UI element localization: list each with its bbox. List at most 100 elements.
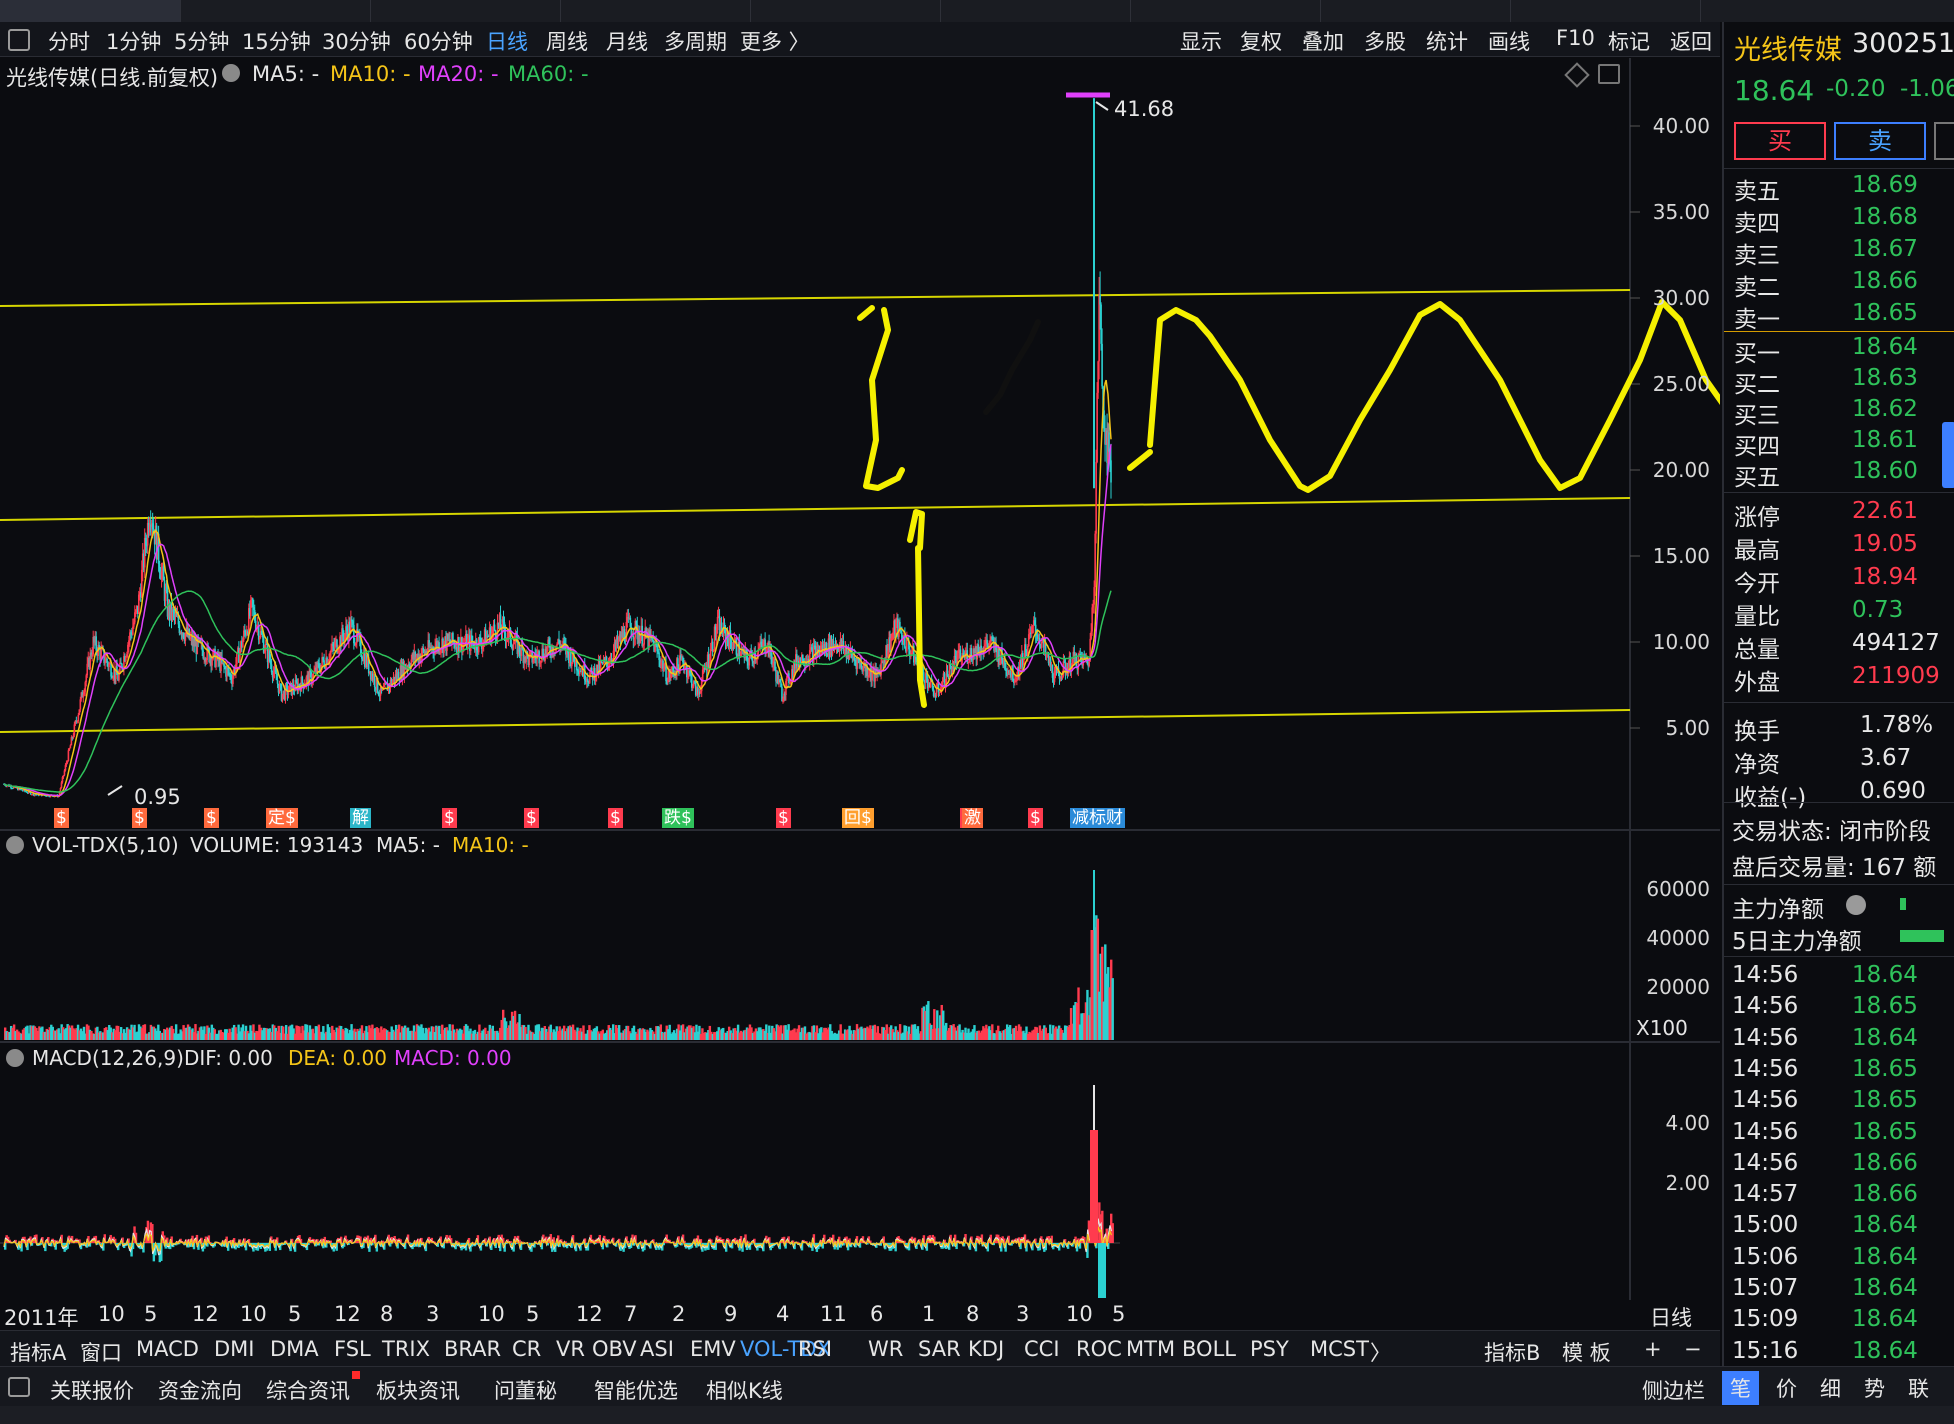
quote-detail-tab[interactable]: 笔 [1722,1371,1759,1405]
event-marker[interactable]: $ [54,808,69,828]
more-button[interactable] [1934,122,1954,160]
tick-time: 15:00 [1732,1212,1799,1239]
volume-indicator-name: VOL-TDX(5,10) [32,833,179,857]
candle-body [935,688,938,696]
moving-average-line [3,379,1112,797]
indicator-tab[interactable]: BOLL [1182,1337,1236,1361]
candle-body [1095,462,1097,534]
indicator-tool-button[interactable]: + [1644,1337,1662,1361]
bid-price[interactable]: 18.63 [1852,365,1918,391]
event-marker[interactable]: $ [608,808,623,828]
bottom-tab[interactable]: 综合资讯 [266,1375,350,1405]
ask-price[interactable]: 18.65 [1852,300,1918,326]
tick-time: 15:07 [1732,1275,1799,1301]
tick-time: 14:56 [1732,993,1799,1020]
event-marker[interactable]: 激 [962,808,983,828]
indicator-tab[interactable]: KDJ [968,1337,1004,1361]
tick-time: 14:56 [1732,1087,1799,1114]
indicator-tab[interactable]: 〉 [1370,1337,1391,1367]
annotation-wave-line [1127,449,1153,471]
stat-value: 18.94 [1852,564,1918,590]
indicator-tab[interactable]: VR [556,1337,585,1361]
indicator-tab[interactable]: ROC [1076,1337,1122,1361]
macd-dif: DIF: 0.00 [184,1046,273,1070]
chevron-down-icon[interactable] [6,1049,24,1067]
panel-toggle-icon[interactable] [8,1377,30,1397]
bottom-tab[interactable]: 智能优选 [594,1375,678,1405]
ask-label: 卖五 [1734,179,1780,205]
event-marker[interactable]: 跌$ [662,808,694,828]
bid-price[interactable]: 18.60 [1852,458,1918,484]
indicator-tool-button[interactable]: 指标B [1484,1337,1540,1367]
indicator-tab[interactable]: TRIX [382,1337,430,1361]
candle-body [264,644,267,651]
date-tick-label: 8 [966,1302,980,1326]
ask-price[interactable]: 18.67 [1852,236,1918,262]
bid-price[interactable]: 18.61 [1852,427,1918,453]
kline-chart[interactable] [0,0,1720,1300]
candle-body [1101,343,1103,387]
event-marker[interactable]: 减标财 [1070,808,1125,828]
tick-price: 18.64 [1852,1024,1918,1051]
indicator-tab[interactable]: BRAR [444,1337,501,1361]
candle-body [69,745,72,749]
candle-body [871,671,873,681]
indicator-tab[interactable]: CR [512,1337,541,1361]
event-marker[interactable]: $ [132,808,147,828]
bid-price[interactable]: 18.64 [1852,334,1918,360]
indicator-tab[interactable]: MACD [136,1337,199,1361]
indicator-tab[interactable]: SAR [918,1337,961,1361]
bid-label: 买二 [1734,372,1780,398]
bottom-tab[interactable]: 板块资讯 [376,1375,460,1405]
event-marker[interactable]: 回$ [842,808,874,828]
sidebar-button[interactable]: 侧边栏 [1642,1375,1705,1405]
indicator-tool-button[interactable]: 模 板 [1562,1337,1611,1367]
event-marker[interactable]: $ [776,808,791,828]
quote-detail-tab[interactable]: 价 [1768,1371,1805,1405]
indicator-tool-button[interactable]: − [1684,1337,1702,1361]
event-marker[interactable]: $ [1028,808,1043,828]
indicator-tab[interactable]: 窗口 [80,1337,122,1367]
tick-time: 14:56 [1732,1149,1799,1176]
quote-detail-tab[interactable]: 细 [1812,1371,1849,1405]
quote-detail-tab[interactable]: 势 [1856,1371,1893,1405]
date-tick-label: 5 [1112,1302,1126,1326]
bottom-tab[interactable]: 问董秘 [494,1375,557,1405]
date-axis: 2011年 10 5 12 10 5 12 8 3 10 5 12 7 2 9 4 11 6 1 8 3 10 5 日线 [0,1300,1720,1330]
indicator-tab[interactable]: DMA [270,1337,319,1361]
event-marker[interactable]: $ [442,808,457,828]
indicator-tab[interactable]: ASI [640,1337,674,1361]
indicator-tab[interactable]: CCI [1024,1337,1060,1361]
date-tick-label: 12 [334,1302,361,1326]
ask-price[interactable]: 18.68 [1852,204,1918,230]
indicator-tab[interactable]: MCST [1310,1337,1369,1361]
bottom-tab[interactable]: 资金流向 [158,1375,242,1405]
date-tick-label: 9 [724,1302,738,1326]
quote-detail-tab[interactable]: 联 [1900,1371,1937,1405]
indicator-tab[interactable]: 指标A [10,1337,66,1367]
info-icon[interactable] [1846,895,1866,915]
scroll-handle[interactable] [1942,422,1954,488]
chevron-down-icon[interactable] [6,836,24,854]
indicator-tab[interactable]: EMV [690,1337,736,1361]
event-marker[interactable]: 定$ [266,808,298,828]
indicator-tab[interactable]: RSI [798,1337,832,1361]
window-tab[interactable] [1700,0,1954,22]
indicator-tab[interactable]: DMI [214,1337,254,1361]
indicator-tab[interactable]: OBV [592,1337,637,1361]
indicator-tab[interactable]: PSY [1250,1337,1289,1361]
sell-button[interactable]: 卖 [1834,122,1926,160]
buy-button[interactable]: 买 [1734,122,1826,160]
bottom-tab[interactable]: 关联报价 [50,1375,134,1405]
bid-price[interactable]: 18.62 [1852,396,1918,422]
ask-price[interactable]: 18.66 [1852,268,1918,294]
candle-body [1110,460,1112,483]
indicator-tab[interactable]: WR [868,1337,903,1361]
bottom-tab[interactable]: 相似K线 [706,1375,783,1405]
ask-price[interactable]: 18.69 [1852,172,1918,198]
indicator-tab[interactable]: MTM [1126,1337,1175,1361]
event-marker[interactable]: $ [204,808,219,828]
event-marker[interactable]: $ [524,808,539,828]
event-marker[interactable]: 解 [350,808,371,828]
indicator-tab[interactable]: FSL [334,1337,371,1361]
